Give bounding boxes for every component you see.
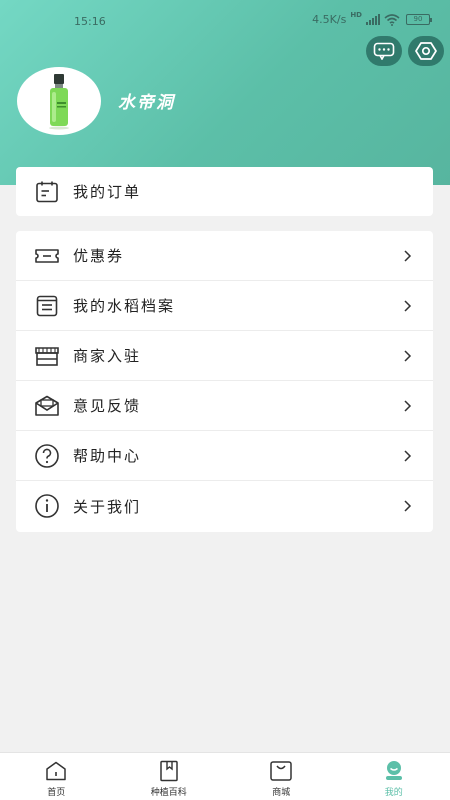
tab-planting-encyclopedia[interactable]: 种植百科 xyxy=(113,753,226,800)
order-list-icon xyxy=(34,179,60,205)
message-button[interactable] xyxy=(366,36,402,66)
network-speed: 4.5K/s xyxy=(312,13,347,26)
avatar[interactable] xyxy=(17,67,101,135)
network-type: HD xyxy=(350,11,362,19)
archive-icon xyxy=(34,293,60,319)
status-time: 15:16 xyxy=(74,15,106,28)
menu-item-rice-archive[interactable]: 我的水稻档案 xyxy=(16,281,433,331)
chevron-right-icon xyxy=(404,500,412,512)
menu-item-label: 商家入驻 xyxy=(73,347,142,365)
menu-item-label: 优惠券 xyxy=(73,247,125,265)
tab-label: 首页 xyxy=(47,788,66,798)
tab-label: 我的 xyxy=(384,788,403,798)
battery-icon: 90 xyxy=(406,14,432,25)
coupon-icon xyxy=(34,243,60,269)
chevron-right-icon xyxy=(404,449,412,462)
signal-icon xyxy=(366,14,380,25)
username: 水帝洞 xyxy=(118,93,175,113)
settings-icon xyxy=(415,42,437,60)
menu-item-label: 我的水稻档案 xyxy=(73,297,176,315)
info-icon xyxy=(34,493,60,519)
feedback-icon xyxy=(34,393,60,419)
chevron-right-icon xyxy=(404,399,412,412)
menu-item-label: 关于我们 xyxy=(73,497,142,516)
message-icon xyxy=(373,42,395,60)
wifi-icon xyxy=(384,13,400,26)
menu-item-label: 帮助中心 xyxy=(73,447,142,465)
home-icon xyxy=(44,760,68,782)
menu-item-merchant-join[interactable]: 商家入驻 xyxy=(16,331,433,381)
tab-mall[interactable]: 商城 xyxy=(225,753,338,800)
menu-item-feedback[interactable]: 意见反馈 xyxy=(16,381,433,431)
tab-label: 商城 xyxy=(272,788,291,798)
menu-card: 优惠券 我的水稻档案 商家入驻 意见反馈 帮助中心 关于我们 xyxy=(16,231,433,532)
profile-icon xyxy=(382,760,406,782)
settings-button[interactable] xyxy=(408,36,444,66)
profile-header: 15:16 4.5K/s HD 90 水帝洞 xyxy=(0,0,450,185)
menu-item-label: 意见反馈 xyxy=(73,397,142,415)
chevron-right-icon xyxy=(404,299,412,312)
orders-card: 我的订单 xyxy=(16,167,433,216)
bottom-tab-bar: 首页 种植百科 商城 我的 xyxy=(0,752,450,800)
tab-home[interactable]: 首页 xyxy=(0,753,113,800)
chevron-right-icon xyxy=(404,249,412,262)
tab-label: 种植百科 xyxy=(150,788,187,798)
help-icon xyxy=(34,443,60,469)
tab-mine[interactable]: 我的 xyxy=(338,753,450,800)
shopping-bag-icon xyxy=(269,760,293,782)
book-icon xyxy=(157,760,181,782)
store-icon xyxy=(34,343,60,369)
my-orders-item[interactable]: 我的订单 xyxy=(16,167,433,216)
chevron-right-icon xyxy=(404,349,412,362)
menu-item-coupons[interactable]: 优惠券 xyxy=(16,231,433,281)
status-indicators: 4.5K/s HD 90 xyxy=(312,11,432,26)
menu-item-about-us[interactable]: 关于我们 xyxy=(16,481,433,531)
menu-item-help-center[interactable]: 帮助中心 xyxy=(16,431,433,481)
product-bottle-icon xyxy=(49,74,69,130)
my-orders-label: 我的订单 xyxy=(73,183,142,201)
